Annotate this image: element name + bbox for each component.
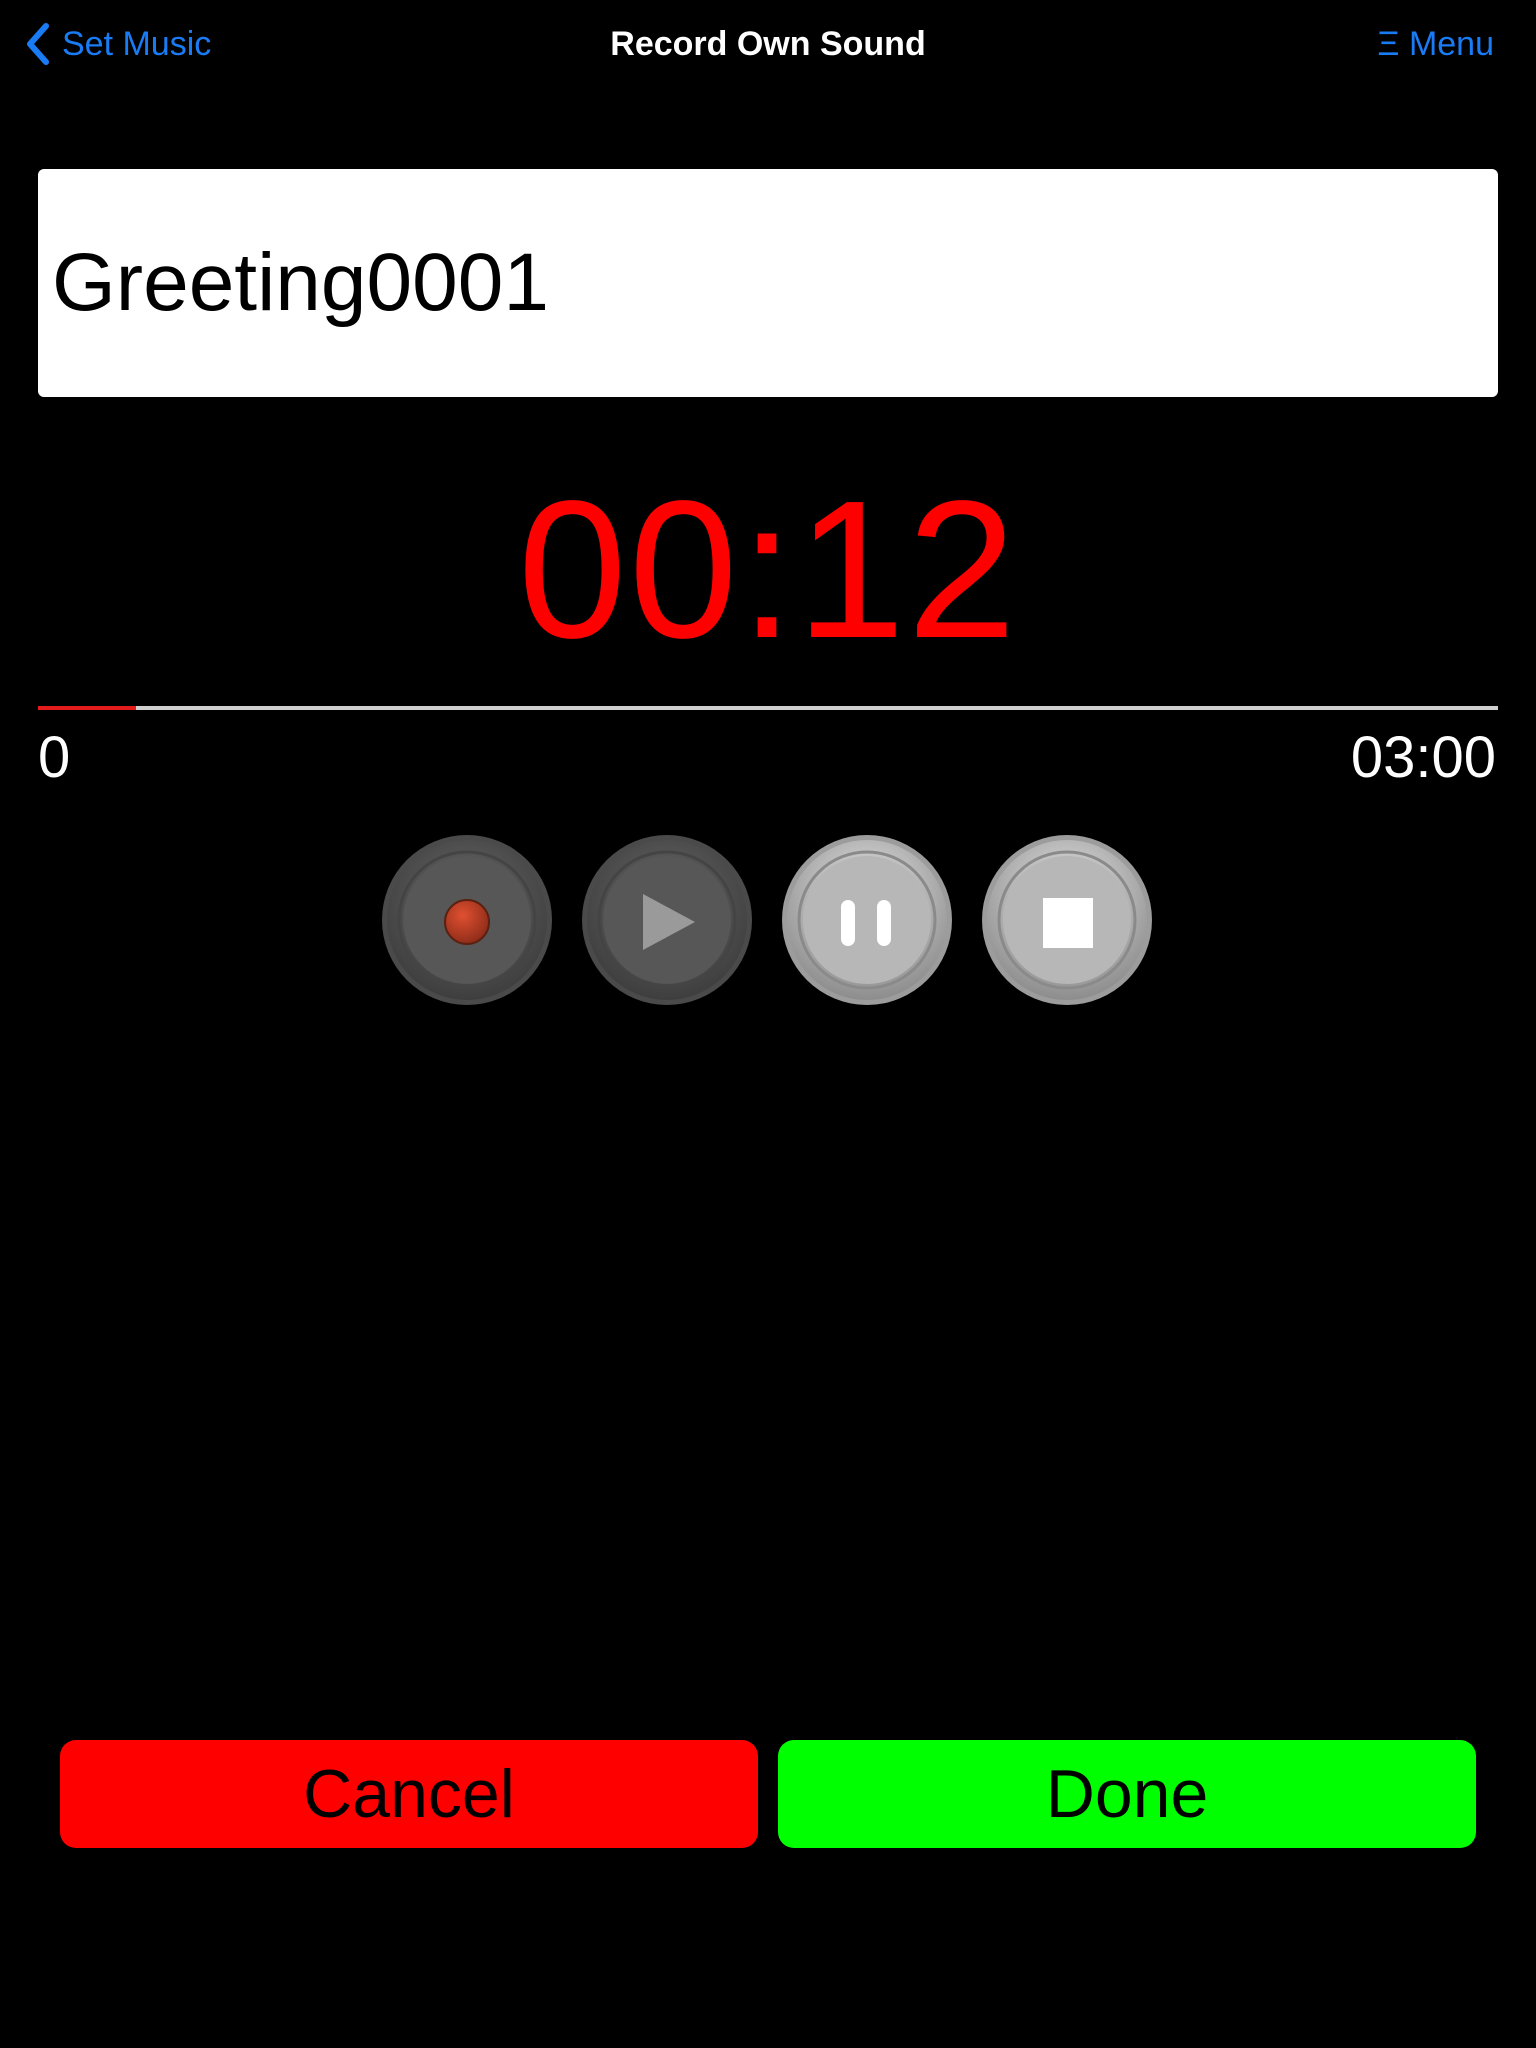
transport-controls bbox=[0, 834, 1536, 1006]
record-button[interactable] bbox=[381, 834, 553, 1006]
done-button[interactable]: Done bbox=[778, 1740, 1476, 1848]
record-icon bbox=[382, 835, 552, 1005]
progress-fill bbox=[38, 706, 136, 710]
progress-track[interactable] bbox=[38, 706, 1498, 710]
cancel-button[interactable]: Cancel bbox=[60, 1740, 758, 1848]
pause-icon bbox=[782, 835, 952, 1005]
menu-button[interactable]: Ξ Menu bbox=[1377, 20, 1494, 68]
recording-name-field[interactable] bbox=[38, 169, 1498, 397]
play-button[interactable] bbox=[581, 834, 753, 1006]
page-title: Record Own Sound bbox=[610, 25, 926, 63]
stop-icon bbox=[982, 835, 1152, 1005]
elapsed-timer: 00:12 bbox=[517, 460, 1019, 679]
progress-end-label: 03:00 bbox=[1350, 725, 1496, 790]
navigation-bar: Set Music Record Own Sound Ξ Menu bbox=[0, 0, 1536, 90]
stop-button[interactable] bbox=[981, 834, 1153, 1006]
play-icon bbox=[582, 835, 752, 1005]
progress-start-label: 0 bbox=[38, 725, 71, 790]
pause-button[interactable] bbox=[781, 834, 953, 1006]
